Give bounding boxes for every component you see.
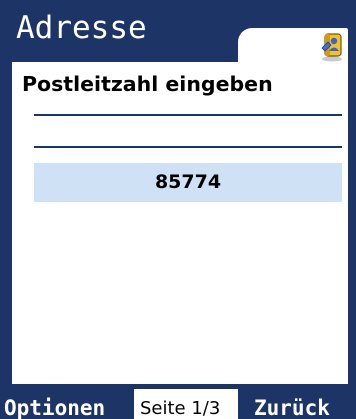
content-panel (12, 62, 348, 384)
divider (34, 114, 342, 116)
back-softkey[interactable]: Zurück (238, 384, 356, 419)
phone-screen: Adresse Postleitzahl eingeben 85774 Opti… (0, 0, 356, 419)
address-book-icon (321, 33, 342, 62)
options-softkey[interactable]: Optionen (0, 384, 134, 419)
page-indicator: Seite 1/3 (134, 389, 238, 419)
divider (34, 146, 342, 148)
postal-code-value[interactable]: 85774 (34, 163, 342, 202)
page-title: Adresse (16, 10, 147, 46)
input-prompt: Postleitzahl eingeben (22, 72, 273, 96)
